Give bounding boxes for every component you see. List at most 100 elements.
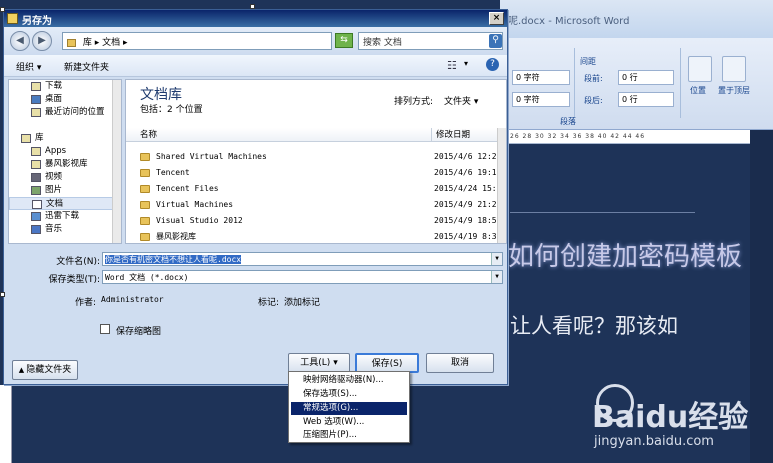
divider-line	[510, 212, 695, 213]
nav-item-baofeng[interactable]: 暴风影视库	[9, 158, 113, 171]
tags-value[interactable]: 添加标记	[284, 295, 320, 308]
view-dropdown-icon[interactable]: ▾	[464, 59, 468, 68]
filetype-value: Word 文档 (*.docx)	[105, 273, 189, 282]
address-bar[interactable]: 库 ▸ 文档 ▸	[62, 32, 332, 50]
position-label: 位置	[690, 86, 706, 95]
filetype-label: 保存类型(T):	[48, 275, 100, 285]
back-button[interactable]: ◀	[10, 31, 30, 51]
author-label: 作者:	[74, 298, 96, 308]
horizontal-ruler: 26 28 30 32 34 36 38 40 42 44 46	[500, 130, 750, 144]
nav-item-desktop[interactable]: 桌面	[9, 93, 113, 106]
thumbnail-checkbox[interactable]	[100, 324, 110, 334]
menu-item-compress-pictures[interactable]: 压缩图片(P)...	[291, 429, 407, 442]
nav-item-thunder[interactable]: 迅雷下载	[9, 210, 113, 223]
spacing-after-label: 段后:	[584, 96, 603, 105]
vertical-scrollbar[interactable]	[750, 130, 773, 463]
navigation-pane: 下载 桌面 最近访问的位置 库 Apps 暴风影视库 视频 图片 文档 迅雷下载…	[8, 79, 122, 244]
save-as-dialog: 另存为 × ◀ ▶ 库 ▸ 文档 ▸ ⇆ 搜索 文档 ⚲ 组织 ▾ 新建文件夹 …	[3, 9, 508, 385]
watermark-brand: Baidu经验	[592, 400, 749, 435]
nav-item-libraries[interactable]: 库	[9, 132, 113, 145]
desktop-icon	[31, 95, 41, 104]
baofeng-icon	[31, 160, 41, 169]
file-row[interactable]: Virtual Machines 2015/4/9 21:25	[140, 198, 501, 212]
resize-handle[interactable]	[0, 7, 5, 12]
thunder-icon	[31, 212, 41, 221]
resize-handle[interactable]	[250, 4, 255, 9]
nav-item-documents[interactable]: 文档	[9, 197, 113, 210]
nav-item-music[interactable]: 音乐	[9, 223, 113, 236]
recent-places-icon	[31, 108, 41, 117]
save-button[interactable]: 保存(S)	[355, 353, 419, 373]
file-list-pane: 文档库 包括：2 个位置 排列方式: 文件夹 ▾ 名称 修改日期 Shared …	[125, 79, 507, 244]
search-icon[interactable]: ⚲	[489, 34, 502, 48]
folder-icon	[140, 185, 150, 193]
spacing-before-input[interactable]: 0 行	[618, 70, 674, 85]
position-icon[interactable]	[688, 56, 712, 82]
nav-item-apps[interactable]: Apps	[9, 145, 113, 158]
word-window-title: 呢.docx - Microsoft Word	[500, 0, 773, 38]
save-fields: 文件名(N): 你是否有机密文档不想让人看呢.docx ▼ 保存类型(T): W…	[4, 246, 507, 384]
breadcrumb-root[interactable]: 库	[83, 38, 92, 48]
author-value[interactable]: Administrator	[101, 295, 164, 304]
sort-label: 排列方式:	[394, 97, 434, 107]
file-row[interactable]: 暴风影视库 2015/4/19 8:38	[140, 230, 501, 243]
refresh-icon[interactable]: ⇆	[335, 33, 353, 48]
menu-item-save-options[interactable]: 保存选项(S)...	[291, 388, 407, 401]
tools-button[interactable]: 工具(L) ▾	[288, 353, 350, 373]
column-header-name[interactable]: 名称	[126, 128, 431, 142]
file-row[interactable]: Visual Studio 2012 2015/4/9 18:57	[140, 214, 501, 228]
save-icon	[7, 13, 18, 24]
forward-button[interactable]: ▶	[32, 31, 52, 51]
filetype-select[interactable]: Word 文档 (*.docx) ▼	[102, 270, 503, 284]
doc-body-text: 让人看呢？那该如	[510, 314, 678, 338]
help-icon[interactable]: ?	[486, 58, 499, 71]
breadcrumb-current[interactable]: 文档	[102, 38, 120, 48]
library-title: 文档库	[140, 87, 182, 103]
filename-value: 你是否有机密文档不想让人看呢.docx	[105, 255, 242, 264]
cancel-button[interactable]: 取消	[426, 353, 494, 373]
filename-input[interactable]: 你是否有机密文档不想让人看呢.docx ▼	[102, 252, 503, 266]
bring-front-icon[interactable]	[722, 56, 746, 82]
file-row[interactable]: Tencent Files 2015/4/24 15:5	[140, 182, 501, 196]
spacing-after-input[interactable]: 0 行	[618, 92, 674, 107]
videos-icon	[31, 173, 41, 182]
nav-pane-scrollbar[interactable]	[112, 80, 121, 243]
close-button[interactable]: ×	[489, 12, 504, 25]
organize-button[interactable]: 组织 ▾	[16, 60, 41, 73]
pictures-icon	[31, 186, 41, 195]
paragraph-group-label: 段落	[560, 117, 576, 126]
search-input[interactable]: 搜索 文档	[358, 32, 503, 50]
chevron-down-icon: ▾	[330, 358, 338, 368]
apps-icon	[31, 147, 41, 156]
view-icon[interactable]: ☷	[447, 59, 457, 72]
indent-right-input[interactable]: 0 字符	[512, 92, 570, 107]
chevron-down-icon[interactable]: ▼	[491, 271, 502, 283]
filename-label: 文件名(N):	[56, 257, 100, 267]
file-row[interactable]: Tencent 2015/4/6 19:18	[140, 166, 501, 180]
chevron-down-icon[interactable]: ▼	[491, 253, 502, 265]
indent-left-input[interactable]: 0 字符	[512, 70, 570, 85]
nav-item-pictures[interactable]: 图片	[9, 184, 113, 197]
new-folder-button[interactable]: 新建文件夹	[64, 60, 109, 73]
menu-item-web-options[interactable]: Web 选项(W)...	[291, 416, 407, 429]
nav-item-videos[interactable]: 视频	[9, 171, 113, 184]
resize-handle[interactable]	[0, 292, 5, 297]
dialog-title: 另存为	[4, 10, 507, 27]
spacing-label: 间距	[580, 57, 596, 66]
thumbnail-label: 保存缩略图	[116, 327, 162, 337]
file-row[interactable]: Shared Virtual Machines 2015/4/6 12:29	[140, 150, 501, 164]
downloads-icon	[31, 82, 41, 91]
command-bar: 组织 ▾ 新建文件夹 ☷ ▾ ?	[4, 55, 507, 77]
document-page: 如何创建加密码模板 让人看呢？那该如 Baidu经验 jingyan.baidu…	[500, 144, 750, 463]
nav-item-downloads[interactable]: 下载	[9, 80, 113, 93]
music-icon	[31, 225, 41, 234]
folder-icon	[140, 169, 150, 177]
hide-folders-button[interactable]: ▲ 隐藏文件夹	[12, 360, 78, 380]
menu-item-general-options[interactable]: 常规选项(G)...	[291, 402, 407, 415]
sort-dropdown[interactable]: 文件夹 ▾	[444, 94, 478, 107]
file-list-scrollbar[interactable]	[497, 128, 506, 243]
nav-item-recent[interactable]: 最近访问的位置	[9, 106, 113, 119]
column-header-date[interactable]: 修改日期	[431, 128, 499, 142]
folder-icon	[140, 153, 150, 161]
menu-item-map-drive[interactable]: 映射网络驱动器(N)...	[291, 374, 407, 387]
